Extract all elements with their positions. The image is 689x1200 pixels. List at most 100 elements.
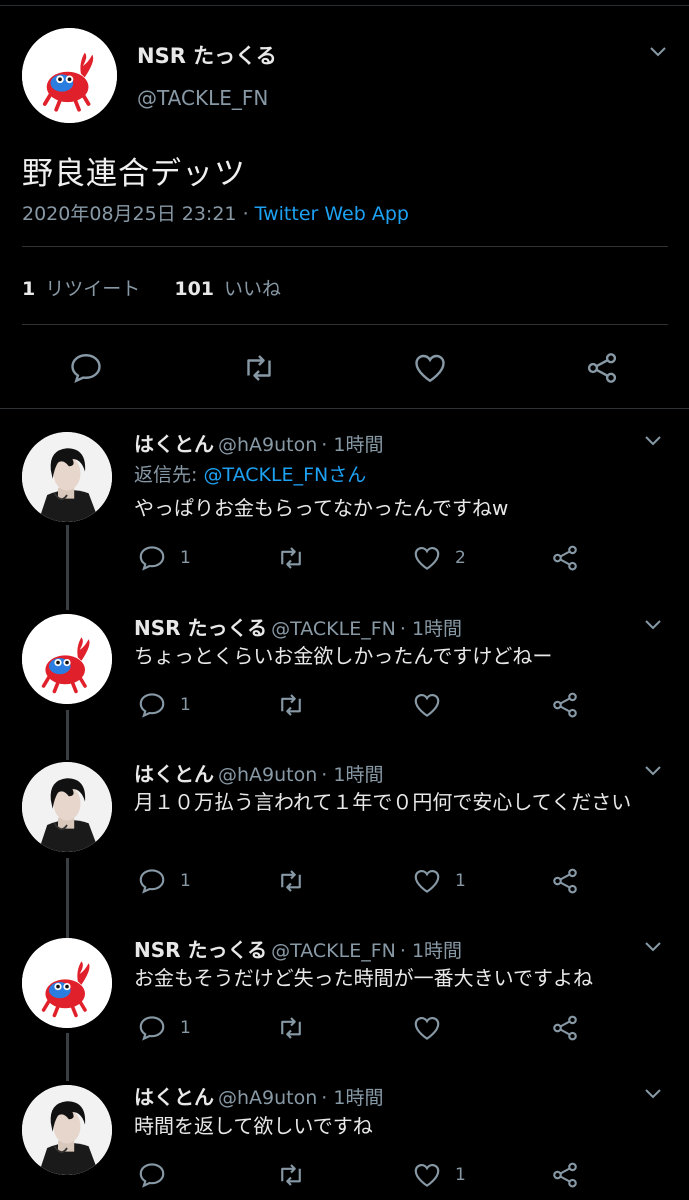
reply-author[interactable]: NSR たっくる @TACKLE_FN · 1時間 xyxy=(134,934,462,963)
author-name[interactable]: はくとん xyxy=(134,762,214,786)
author-name[interactable]: はくとん xyxy=(134,432,214,456)
reply-icon xyxy=(139,1016,165,1041)
thread-line xyxy=(66,1033,69,1081)
avatar[interactable] xyxy=(22,938,112,1028)
like-button[interactable] xyxy=(412,1160,442,1190)
author-name[interactable]: はくとん xyxy=(134,1085,214,1109)
share-button[interactable] xyxy=(550,690,580,720)
retweet-stat[interactable]: 1 リツイート xyxy=(22,278,140,300)
like-button[interactable] xyxy=(412,1013,442,1043)
retweet-icon xyxy=(247,355,271,381)
reply-button[interactable] xyxy=(137,543,167,573)
retweet-button[interactable] xyxy=(276,543,306,573)
reply-time: · 1時間 xyxy=(321,764,384,786)
author-name[interactable]: NSR たっくる xyxy=(134,616,267,640)
person-avatar-image xyxy=(22,762,112,852)
like-icon xyxy=(414,546,440,570)
retweet-icon xyxy=(281,1164,301,1186)
chevron-down-icon[interactable] xyxy=(645,1089,661,1099)
divider xyxy=(22,324,668,325)
retweet-button[interactable] xyxy=(276,866,306,896)
like-icon xyxy=(414,869,440,893)
reply-text: ちょっとくらいお金欲しかったんですけどねー xyxy=(134,644,553,668)
reply-author[interactable]: はくとん @hA9uton · 1時間 xyxy=(134,758,383,787)
crab-avatar-image xyxy=(22,614,112,704)
reply-button[interactable] xyxy=(137,1160,167,1190)
avatar[interactable] xyxy=(22,28,117,123)
tweet-text: 野良連合デッツ xyxy=(22,156,246,192)
author-handle[interactable]: @hA9uton xyxy=(218,764,317,786)
reply-time: · 1時間 xyxy=(399,940,463,962)
chevron-down-icon[interactable] xyxy=(650,47,666,57)
share-icon xyxy=(553,1162,577,1188)
retweet-label: リツイート xyxy=(45,278,141,300)
like-icon xyxy=(414,1016,440,1040)
reply-icon xyxy=(139,546,165,571)
reply-button[interactable] xyxy=(137,690,167,720)
share-button[interactable] xyxy=(550,1160,580,1190)
reply-text: お金もそうだけど失った時間が一番大きいですよね xyxy=(134,966,593,990)
like-label: いいね xyxy=(224,278,282,300)
reply-button[interactable] xyxy=(137,866,167,896)
retweet-icon xyxy=(281,1017,301,1039)
retweet-icon xyxy=(281,694,301,716)
avatar[interactable] xyxy=(22,432,112,522)
author-name[interactable]: NSR たっくる xyxy=(134,938,267,962)
reply-author[interactable]: はくとん @hA9uton · 1時間 xyxy=(134,428,383,457)
like-button[interactable] xyxy=(412,350,448,386)
like-button[interactable] xyxy=(412,543,442,573)
avatar[interactable] xyxy=(22,614,112,704)
share-button[interactable] xyxy=(550,1013,580,1043)
divider xyxy=(22,246,668,247)
like-stat[interactable]: 101 いいね xyxy=(174,278,281,300)
chevron-down-icon[interactable] xyxy=(645,436,661,446)
reply-author[interactable]: NSR たっくる @TACKLE_FN · 1時間 xyxy=(134,612,462,641)
reply-text: やっぱりお金もらってなかったんですねw xyxy=(134,496,509,520)
author-name[interactable]: NSR たっくる xyxy=(137,40,277,70)
reply-count: 1 xyxy=(180,548,191,568)
share-icon xyxy=(587,353,617,383)
thread-line xyxy=(66,710,69,760)
like-count: 1 xyxy=(455,871,466,891)
like-button[interactable] xyxy=(412,690,442,720)
author-handle[interactable]: @TACKLE_FN xyxy=(137,86,268,110)
replying-to-user-link[interactable]: @TACKLE_FNさん xyxy=(203,464,366,486)
tweet-date[interactable]: 2020年08月25日 23:21 xyxy=(22,203,237,225)
reply-button[interactable] xyxy=(137,1013,167,1043)
retweet-button[interactable] xyxy=(241,350,277,386)
author-handle[interactable]: @hA9uton xyxy=(218,434,317,456)
chevron-down-icon[interactable] xyxy=(645,766,661,776)
reply-icon xyxy=(139,1163,165,1188)
avatar[interactable] xyxy=(22,762,112,852)
author-handle[interactable]: @TACKLE_FN xyxy=(271,940,396,962)
avatar[interactable] xyxy=(22,1085,112,1175)
thread-line xyxy=(66,525,69,610)
person-avatar-image xyxy=(22,1085,112,1175)
author-handle[interactable]: @hA9uton xyxy=(218,1087,317,1109)
share-button[interactable] xyxy=(550,866,580,896)
retweet-button[interactable] xyxy=(276,690,306,720)
reply-button[interactable] xyxy=(68,350,104,386)
like-button[interactable] xyxy=(412,866,442,896)
reply-count: 1 xyxy=(180,871,191,891)
share-button[interactable] xyxy=(550,543,580,573)
chevron-down-icon[interactable] xyxy=(645,942,661,952)
like-icon xyxy=(415,354,445,383)
reply-time: · 1時間 xyxy=(399,618,463,640)
retweet-button[interactable] xyxy=(276,1160,306,1190)
reply-text: 時間を返して欲しいですね xyxy=(134,1114,373,1138)
section-divider xyxy=(0,408,689,409)
author-handle[interactable]: @TACKLE_FN xyxy=(271,618,396,640)
chevron-down-icon[interactable] xyxy=(645,620,661,630)
reply-icon xyxy=(139,869,165,894)
crab-avatar-image xyxy=(22,938,112,1028)
reply-time: · 1時間 xyxy=(321,1087,384,1109)
share-icon xyxy=(553,545,577,571)
retweet-button[interactable] xyxy=(276,1013,306,1043)
tweet-stats: 1 リツイート 101 いいね xyxy=(22,274,281,301)
retweet-icon xyxy=(281,547,301,569)
reply-author[interactable]: はくとん @hA9uton · 1時間 xyxy=(134,1081,383,1110)
share-button[interactable] xyxy=(584,350,620,386)
reply-text: 月１０万払う言われて１年で０円何で安心してください xyxy=(134,790,632,814)
tweet-source-link[interactable]: Twitter Web App xyxy=(255,203,409,225)
